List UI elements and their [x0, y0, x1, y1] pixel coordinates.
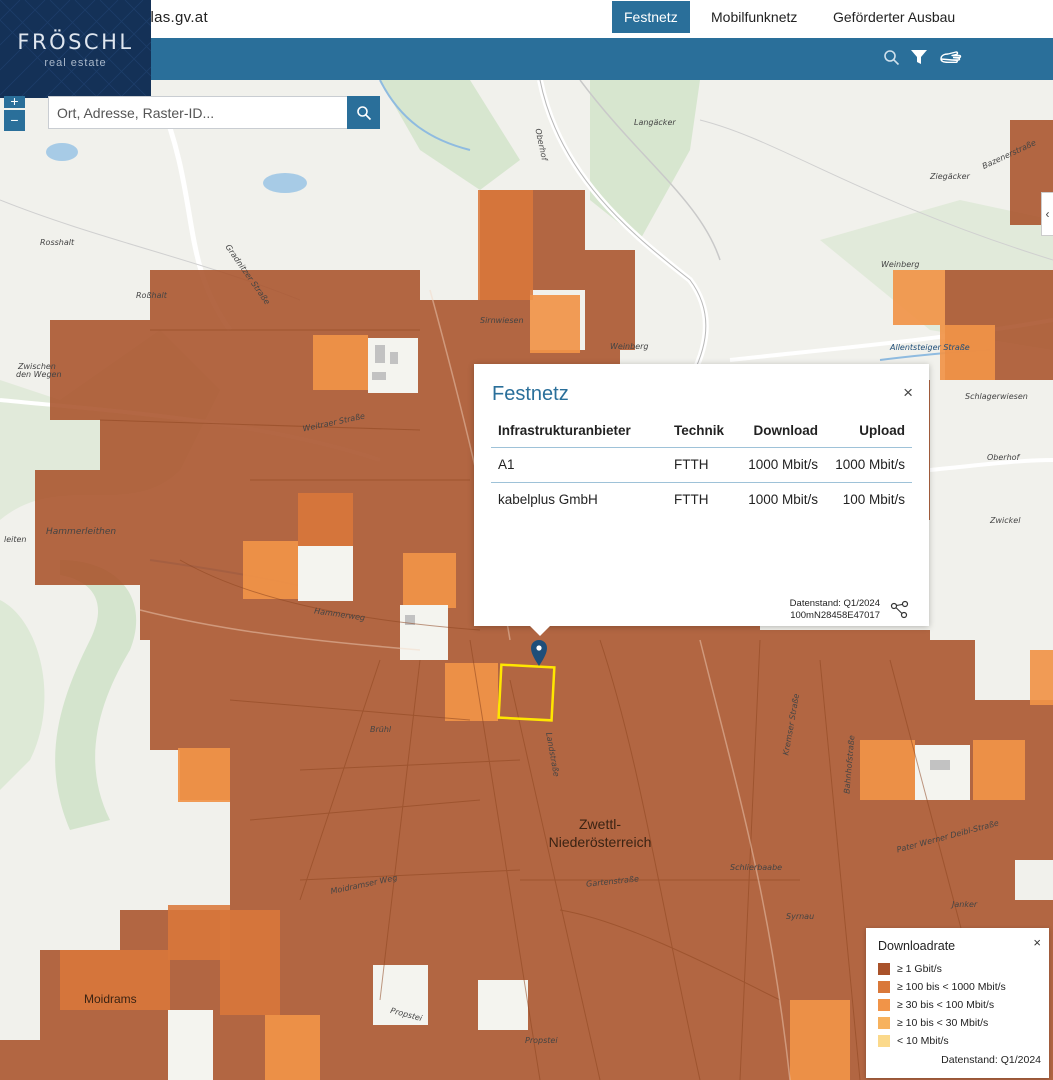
- legend-swatch: [878, 963, 890, 975]
- popup-title: Festnetz: [492, 383, 569, 405]
- site-url: tlas.gv.at: [146, 9, 208, 26]
- legend-swatch: [878, 1035, 890, 1047]
- map-label: Syrnau: [786, 912, 815, 921]
- map-label: Ziegäcker: [930, 172, 970, 181]
- technology-cell: FTTH: [674, 492, 709, 508]
- map-label: Brühl: [370, 725, 392, 734]
- provider-cell: kabelplus GmbH: [498, 492, 598, 508]
- share-icon[interactable]: [890, 600, 910, 620]
- place-label-zwettl: Zwettl- Niederösterreich: [535, 815, 665, 851]
- zoom-out-button[interactable]: −: [4, 110, 25, 131]
- legend-swatch: [878, 999, 890, 1011]
- map-label: Oberhof: [987, 453, 1020, 462]
- column-header: Download: [737, 414, 825, 448]
- map-label: Janker: [952, 900, 978, 909]
- map-label: Zwickel: [990, 516, 1021, 525]
- table-row: A1 FTTH 1000 Mbit/s 1000 Mbit/s: [491, 447, 912, 483]
- technology-cell: FTTH: [667, 447, 737, 483]
- download-cell: 1000 Mbit/s: [748, 492, 818, 508]
- legend-title: Downloadrate: [878, 939, 956, 953]
- top-navigation-bar: tlas.gv.at Festnetz Mobilfunknetz Geförd…: [0, 0, 1053, 38]
- legend-item: < 10 Mbit/s: [878, 1034, 949, 1048]
- tab-festnetz[interactable]: Festnetz: [612, 1, 690, 33]
- logo-name: FRÖSCHL: [17, 30, 134, 54]
- place-label-moidrams: Moidrams: [84, 992, 137, 1006]
- legend-item: ≥ 10 bis < 30 Mbit/s: [878, 1016, 988, 1030]
- column-header: Upload: [825, 414, 912, 448]
- map-label: Allentsteiger Straße: [890, 343, 970, 352]
- place-label-line: Niederösterreich: [548, 834, 652, 850]
- logo-tagline: real estate: [44, 57, 107, 69]
- column-header: Infrastrukturanbieter: [491, 414, 667, 448]
- close-icon[interactable]: ×: [1033, 935, 1041, 950]
- map-label: Schlierbaabe: [730, 863, 783, 872]
- legend-label: ≥ 30 bis < 100 Mbit/s: [897, 999, 995, 1011]
- map-label: Langäcker: [634, 118, 676, 127]
- legend-data-date: Datenstand: Q1/2024: [941, 1054, 1041, 1066]
- table-header-row: Infrastrukturanbieter Technik Download U…: [491, 414, 912, 448]
- map-label: Roßhalt: [136, 291, 167, 300]
- upload-cell: 100 Mbit/s: [842, 492, 905, 508]
- hand-pointer-icon[interactable]: [938, 46, 964, 68]
- popup-data-info: Datenstand: Q1/2024 100mN28458E47017: [790, 598, 880, 622]
- place-label-line: Zwettl-: [579, 816, 621, 832]
- provider-cell: A1: [491, 447, 667, 483]
- search-icon: [356, 105, 371, 120]
- side-panel-toggle[interactable]: ‹: [1041, 192, 1053, 236]
- logo: FRÖSCHL real estate: [0, 0, 151, 98]
- data-date: Datenstand: Q1/2024: [789, 598, 880, 609]
- legend-panel: Downloadrate × ≥ 1 Gbit/s ≥ 100 bis < 10…: [866, 928, 1049, 1078]
- legend-label: < 10 Mbit/s: [897, 1035, 949, 1047]
- toolbar: [0, 38, 1053, 80]
- tab-mobilfunknetz[interactable]: Mobilfunknetz: [699, 1, 809, 33]
- legend-label: ≥ 100 bis < 1000 Mbit/s: [897, 981, 1006, 993]
- popup-pointer: [529, 625, 551, 636]
- map-label: Hammerleithen: [46, 527, 117, 537]
- map-label: Schlagerwiesen: [965, 392, 1028, 401]
- table-row: kabelplus GmbH FTTH 1000 Mbit/s 100 Mbit…: [491, 482, 912, 517]
- legend-swatch: [878, 981, 890, 993]
- map-label: Weinberg: [881, 260, 920, 269]
- upload-cell: 1000 Mbit/s: [825, 447, 912, 483]
- map-label: Propstei: [525, 1036, 558, 1045]
- legend-label: ≥ 1 Gbit/s: [897, 963, 942, 975]
- map-label: Rosshalt: [40, 238, 75, 247]
- map-label: leiten: [4, 535, 27, 544]
- info-popup: Festnetz × Infrastrukturanbieter Technik…: [474, 364, 929, 636]
- search-input[interactable]: [48, 96, 348, 129]
- search-icon[interactable]: [880, 46, 902, 68]
- legend-item: ≥ 30 bis < 100 Mbit/s: [878, 998, 994, 1012]
- legend-swatch: [878, 1017, 890, 1029]
- map-label: den Wegen: [16, 370, 62, 379]
- download-cell: 1000 Mbit/s: [737, 447, 825, 483]
- provider-table: Infrastrukturanbieter Technik Download U…: [491, 414, 912, 517]
- map-label: Sirnwiesen: [480, 316, 524, 325]
- legend-label: ≥ 10 bis < 30 Mbit/s: [897, 1017, 989, 1029]
- legend-item: ≥ 100 bis < 1000 Mbit/s: [878, 980, 1006, 994]
- filter-icon[interactable]: [908, 46, 930, 68]
- close-icon[interactable]: ×: [903, 384, 913, 402]
- raster-id: 100mN28458E47017: [790, 610, 880, 621]
- tab-gefoerderter-ausbau[interactable]: Geförderter Ausbau: [821, 1, 967, 33]
- map-label: Weinberg: [610, 342, 649, 351]
- search-button[interactable]: [347, 96, 380, 129]
- column-header: Technik: [667, 414, 737, 448]
- zoom-in-button[interactable]: +: [4, 94, 25, 108]
- legend-item: ≥ 1 Gbit/s: [878, 962, 942, 976]
